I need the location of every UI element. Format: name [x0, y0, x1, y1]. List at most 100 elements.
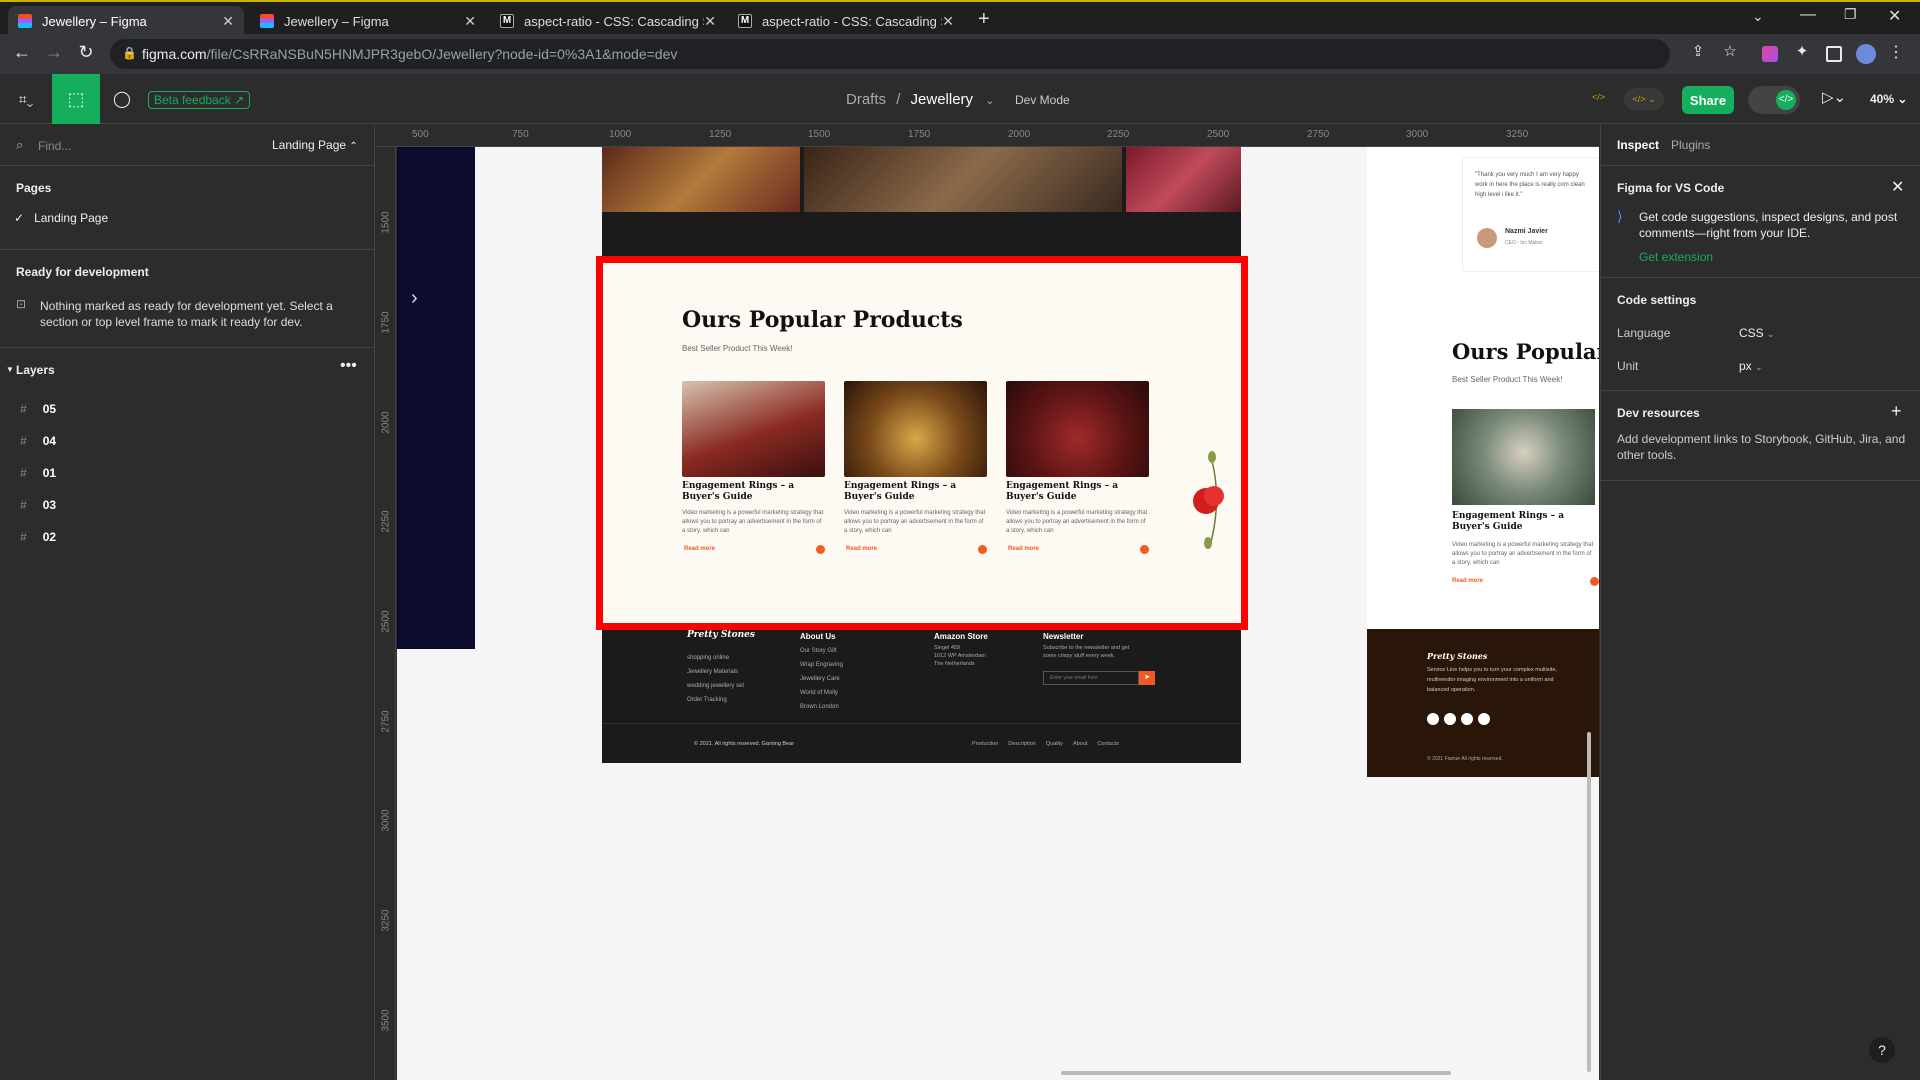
layers-search-input[interactable]: Find...: [38, 139, 71, 153]
code-icon: </>: [1776, 90, 1796, 110]
select-tool-icon[interactable]: ⬚: [52, 74, 100, 124]
social-icons: [1427, 713, 1490, 725]
kebab-menu-icon[interactable]: ⋮: [1884, 42, 1908, 62]
testimonial-quote: "Thank you very much I am very happy wor…: [1475, 172, 1585, 198]
mobile-frame[interactable]: "Thank you very much I am very happy wor…: [1367, 147, 1599, 777]
newsletter-email-input[interactable]: Enter your email here: [1043, 671, 1139, 685]
help-button[interactable]: ?: [1869, 1037, 1895, 1063]
browser-tab[interactable]: Jewellery – Figma ✕: [8, 6, 244, 36]
close-icon[interactable]: ✕: [942, 13, 954, 30]
more-options-icon[interactable]: •••: [340, 357, 357, 375]
address-line: The Netherlands: [934, 661, 975, 667]
close-icon[interactable]: ✕: [1891, 177, 1904, 197]
beta-feedback-button[interactable]: Beta feedback ↗: [148, 91, 251, 109]
close-icon[interactable]: ✕: [464, 13, 476, 30]
footer-link[interactable]: About: [1073, 741, 1087, 747]
twitter-icon[interactable]: [1461, 713, 1473, 725]
layers-heading: Layers: [16, 363, 55, 377]
ruler-tick: 500: [412, 129, 429, 140]
reload-icon[interactable]: ↻: [74, 42, 98, 63]
vertical-ruler: 1500 1750 2000 2250 2500 2750 3000 3250 …: [376, 147, 396, 1080]
arrow-right-icon[interactable]: [1590, 577, 1599, 586]
footer-link[interactable]: Our Story Gift: [800, 644, 843, 658]
footer-link[interactable]: shopping online: [687, 651, 744, 665]
footer-link[interactable]: Contacts: [1097, 741, 1119, 747]
browser-tab[interactable]: Jewellery – Figma ✕: [250, 6, 486, 36]
url-field[interactable]: 🔒 figma.com/file/CsRRaNSBuN5HNMJPR3gebO/…: [110, 39, 1670, 69]
tab-title: Jewellery – Figma: [42, 13, 147, 29]
browser-tab[interactable]: M aspect-ratio - CSS: Cascading St ✕: [490, 6, 726, 36]
close-icon[interactable]: ✕: [222, 13, 234, 30]
dev-mode-toggle[interactable]: </>: [1748, 86, 1800, 114]
testimonial-author: Nazmi Javier: [1505, 228, 1548, 235]
code-icon[interactable]: </>: [1592, 92, 1605, 102]
plus-icon[interactable]: +: [1891, 401, 1902, 422]
footer-link[interactable]: wedding jewellery set: [687, 679, 744, 693]
code-settings-heading: Code settings: [1617, 293, 1697, 307]
puzzle-icon[interactable]: ✦: [1790, 42, 1814, 60]
forward-icon[interactable]: →: [42, 42, 66, 63]
unit-value: px: [1739, 359, 1752, 373]
footer-link[interactable]: Wrap Engraving: [800, 658, 843, 672]
extension-icon[interactable]: [1762, 46, 1778, 62]
vertical-scrollbar[interactable]: [1587, 732, 1591, 1072]
bookmark-star-icon[interactable]: ☆: [1718, 42, 1742, 60]
frame-icon: #: [20, 498, 27, 512]
chevron-right-icon[interactable]: ›: [411, 287, 418, 310]
comment-icon[interactable]: ◯: [104, 74, 140, 124]
dark-frame[interactable]: ›: [397, 147, 475, 649]
breadcrumb-drafts[interactable]: Drafts: [846, 91, 886, 108]
dev-mode-label: Dev Mode: [1015, 93, 1070, 107]
footer-link[interactable]: Description: [1008, 741, 1036, 747]
tab-plugins[interactable]: Plugins: [1671, 138, 1710, 152]
footer-link[interactable]: Quality: [1046, 741, 1063, 747]
footer-link[interactable]: Brown London: [800, 700, 843, 714]
share-button[interactable]: Share: [1682, 86, 1734, 114]
chevron-down-icon[interactable]: ⌄: [985, 95, 994, 107]
sidepanel-icon[interactable]: [1826, 46, 1842, 62]
code-toggle-button[interactable]: </> ⌄: [1624, 88, 1664, 110]
tab-title: aspect-ratio - CSS: Cascading St: [762, 13, 942, 29]
tab-inspect[interactable]: Inspect: [1617, 138, 1659, 152]
layer-item[interactable]: #04: [20, 434, 56, 448]
facebook-icon[interactable]: [1427, 713, 1439, 725]
youtube-icon[interactable]: [1478, 713, 1490, 725]
read-more-link[interactable]: Read more: [1452, 578, 1483, 584]
footer-link[interactable]: Jewellery Materials: [687, 665, 744, 679]
layer-item[interactable]: #02: [20, 530, 56, 544]
instagram-icon[interactable]: [1444, 713, 1456, 725]
close-icon[interactable]: ✕: [704, 13, 716, 30]
figma-menu-icon[interactable]: ⌗⌄: [8, 74, 44, 124]
avatar[interactable]: [1856, 44, 1876, 64]
window-close-button[interactable]: ✕: [1888, 6, 1901, 26]
layer-item[interactable]: #03: [20, 498, 56, 512]
footer-link[interactable]: Order Tracking: [687, 693, 744, 707]
back-icon[interactable]: ←: [10, 42, 34, 63]
browser-tab[interactable]: M aspect-ratio - CSS: Cascading St ✕: [728, 6, 964, 36]
footer-link[interactable]: World of Molly: [800, 686, 843, 700]
share-page-icon[interactable]: ⇪: [1686, 42, 1710, 60]
page-item-landing[interactable]: ✓ Landing Page: [14, 211, 108, 225]
get-extension-link[interactable]: Get extension: [1639, 250, 1713, 264]
ruler-tick: 2000: [380, 411, 392, 434]
maximize-button[interactable]: ❐: [1844, 6, 1857, 23]
page-selector[interactable]: Landing Page ⌃: [272, 138, 358, 152]
footer-link[interactable]: Jewellery Care: [800, 672, 843, 686]
footer-divider: [602, 723, 1241, 724]
caret-down-icon[interactable]: ▼: [6, 365, 14, 374]
layer-item[interactable]: #01: [20, 466, 56, 480]
footer-link[interactable]: Production: [972, 741, 998, 747]
horizontal-scrollbar[interactable]: [1061, 1071, 1451, 1075]
new-tab-button[interactable]: +: [978, 8, 990, 31]
design-canvas[interactable]: › Ours Popular Products Best Seller Prod…: [397, 147, 1599, 1080]
layer-item[interactable]: #05: [20, 402, 56, 416]
language-select[interactable]: CSS ⌄: [1739, 326, 1775, 340]
file-name[interactable]: Jewellery: [911, 91, 974, 108]
unit-select[interactable]: px ⌄: [1739, 359, 1763, 373]
check-icon: ✓: [14, 211, 25, 225]
present-icon[interactable]: ▷⌄: [1822, 88, 1846, 106]
minimize-button[interactable]: —: [1800, 6, 1816, 24]
send-icon[interactable]: ➤: [1139, 671, 1155, 685]
tab-search-icon[interactable]: ⌄: [1752, 8, 1764, 25]
zoom-dropdown[interactable]: 40% ⌄: [1870, 92, 1907, 106]
